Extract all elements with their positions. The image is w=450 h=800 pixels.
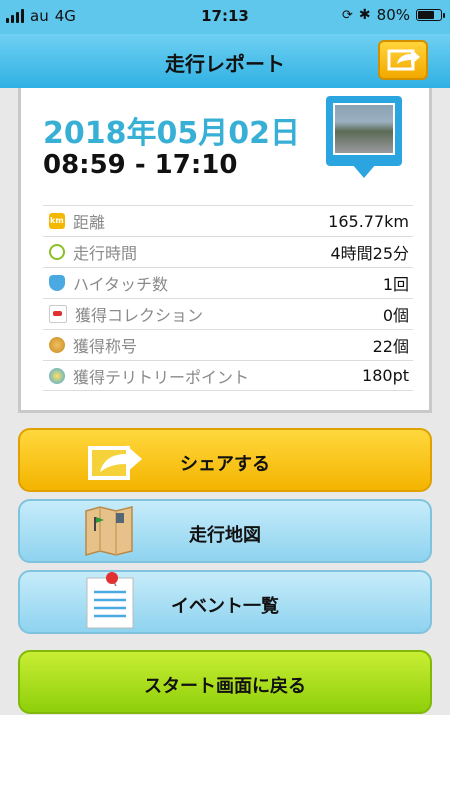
car-icon — [49, 305, 67, 323]
share-button-label: シェアする — [180, 454, 270, 475]
share-arrow-icon — [387, 49, 420, 71]
report-date: 2018年05月02日 — [43, 116, 300, 151]
stat-value: 1回 — [382, 275, 409, 294]
stat-label: 獲得称号 — [73, 337, 138, 356]
export-button[interactable] — [378, 40, 428, 80]
bluetooth-icon: ✱ — [358, 7, 371, 23]
stat-value: 0個 — [382, 306, 409, 325]
stats-list: km 距離 165.77km 走行時間 4時間25分 ハイタッチ数 1回 獲得コ… — [43, 205, 413, 391]
battery-fill — [418, 11, 434, 19]
back-to-start-label: スタート画面に戻る — [144, 676, 306, 697]
map-button-label: 走行地図 — [189, 525, 261, 546]
events-button[interactable]: イベント一覧 — [18, 570, 432, 634]
stat-row-drive-time: 走行時間 4時間25分 — [43, 236, 413, 267]
stat-value: 22個 — [372, 337, 409, 356]
clock-icon — [49, 244, 65, 260]
back-to-start-button[interactable]: スタート画面に戻る — [18, 650, 432, 714]
stat-value: 4時間25分 — [330, 244, 409, 263]
photo-thumbnail — [333, 103, 395, 155]
share-button[interactable]: シェアする — [18, 428, 432, 492]
stat-value: 180pt — [362, 366, 409, 385]
report-time-range: 08:59 - 17:10 — [43, 150, 238, 180]
stat-row-titles: 獲得称号 22個 — [43, 329, 413, 360]
stat-label: 走行時間 — [73, 244, 138, 263]
photo-pin-icon[interactable] — [326, 96, 402, 178]
stat-label: ハイタッチ数 — [73, 275, 169, 294]
orientation-lock-icon: ⟳ — [342, 7, 353, 23]
hand-icon — [49, 275, 65, 291]
events-button-label: イベント一覧 — [171, 596, 279, 617]
status-bar: au 4G 17:13 ⟳ ✱ 80% — [0, 0, 450, 34]
pin-tail — [352, 164, 376, 178]
stat-row-high-touch: ハイタッチ数 1回 — [43, 267, 413, 298]
medal-icon — [49, 337, 65, 353]
app-header: 走行レポート — [0, 34, 450, 88]
battery-icon — [416, 9, 445, 21]
stat-label: 獲得コレクション — [75, 306, 204, 325]
km-icon: km — [49, 213, 65, 229]
stat-row-collection: 獲得コレクション 0個 — [43, 298, 413, 329]
stat-value: 165.77km — [328, 211, 409, 231]
map-button[interactable]: 走行地図 — [18, 499, 432, 563]
stat-row-distance: km 距離 165.77km — [43, 205, 413, 236]
status-right: ⟳ ✱ 80% — [342, 6, 445, 24]
stat-label: 獲得テリトリーポイント — [73, 367, 250, 387]
stat-row-territory-points: 獲得テリトリーポイント 180pt — [43, 360, 413, 391]
stat-label: 距離 — [73, 213, 106, 232]
report-card: 2018年05月02日 08:59 - 17:10 km 距離 165.77km… — [18, 88, 432, 413]
point-icon — [49, 367, 65, 384]
battery-percent: 80% — [376, 6, 410, 24]
